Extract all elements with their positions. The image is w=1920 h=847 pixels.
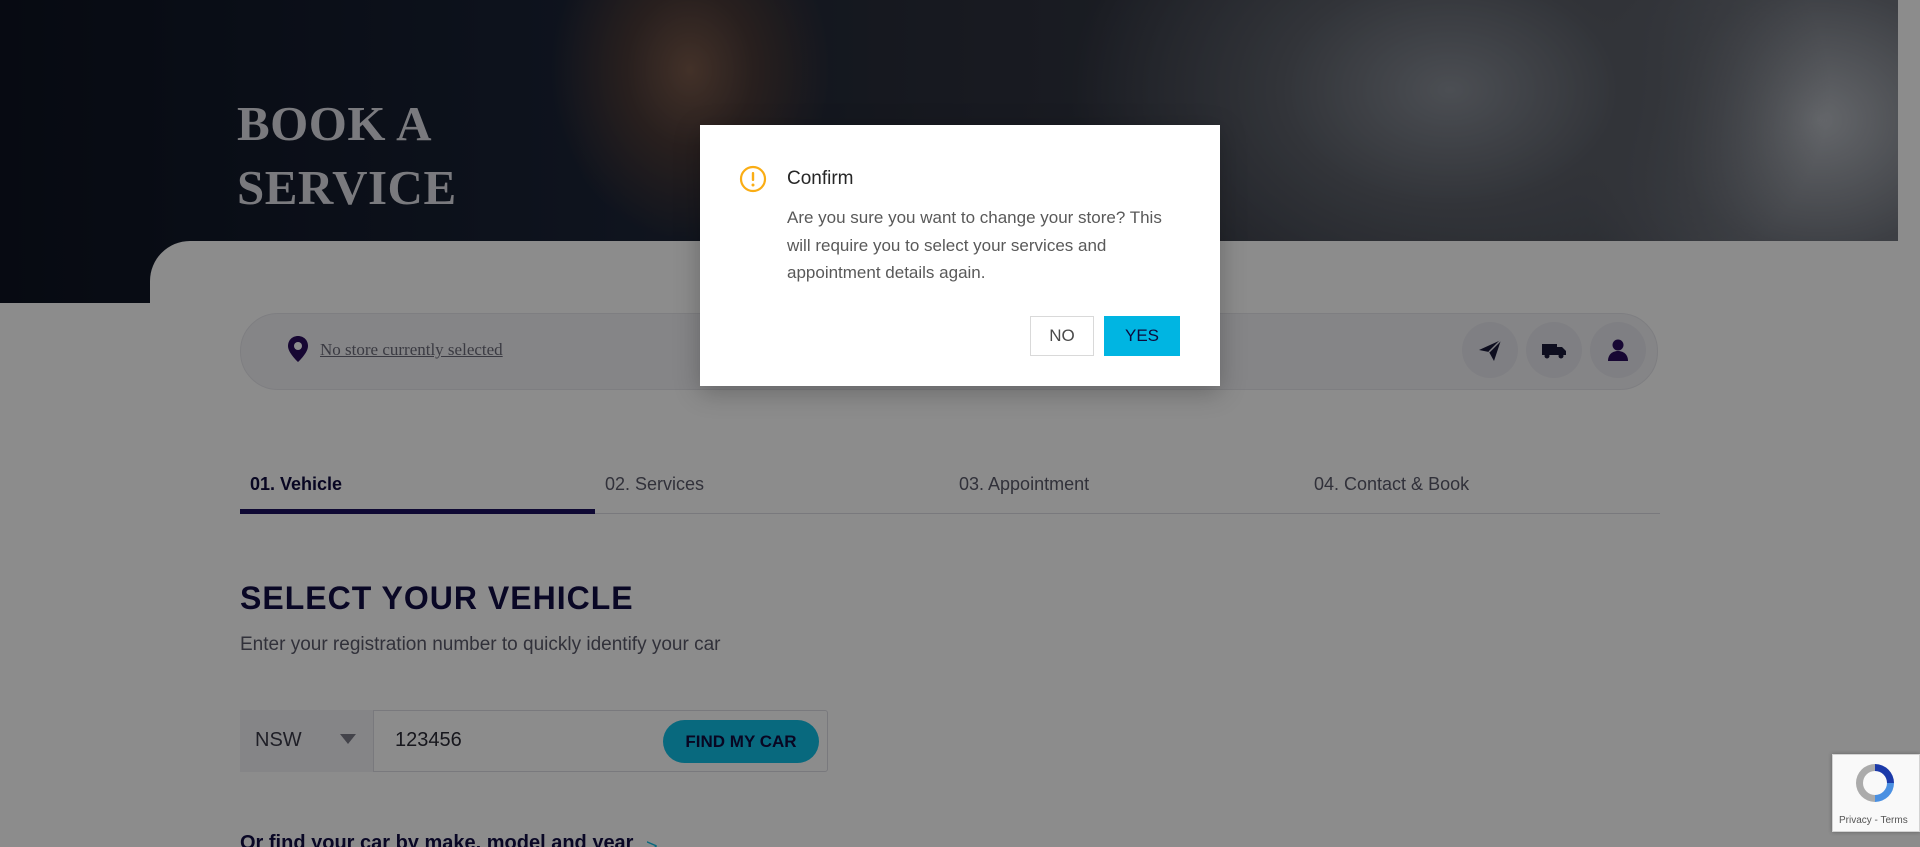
recaptcha-icon <box>1856 764 1894 802</box>
dialog-title: Confirm <box>787 168 854 189</box>
warning-icon <box>739 165 767 193</box>
no-button[interactable]: NO <box>1030 316 1094 356</box>
dialog-message: Are you sure you want to change your sto… <box>787 208 1162 282</box>
yes-button[interactable]: YES <box>1104 316 1180 356</box>
recaptcha-links[interactable]: Privacy - Terms <box>1839 815 1908 826</box>
